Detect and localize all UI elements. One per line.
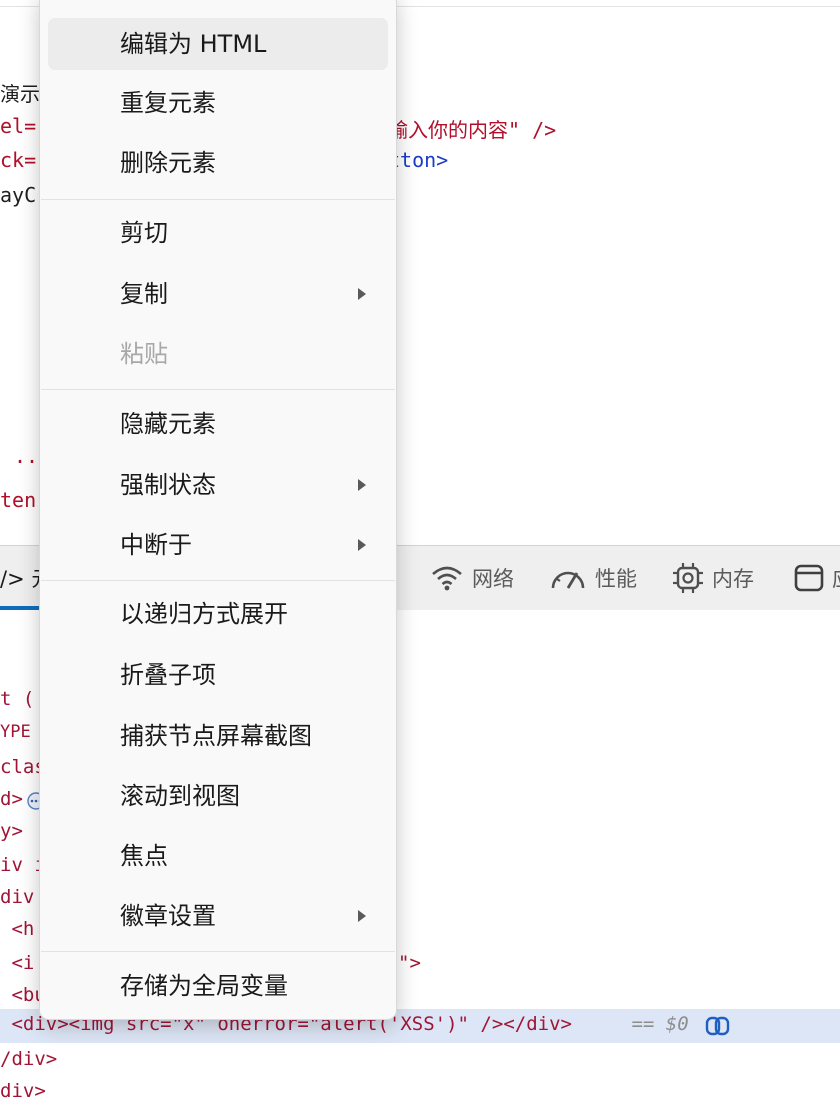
code-line: ten [0, 488, 37, 512]
menu-item-label: 滚动到视图 [120, 782, 240, 810]
menu-item-label: 编辑为 HTML [120, 30, 267, 58]
menu-item-cut[interactable]: 剪切 [48, 207, 388, 259]
console-ref-marker: == $0 [620, 1013, 689, 1035]
tab-application[interactable]: 应 [794, 546, 840, 610]
menu-separator [41, 199, 395, 200]
gauge-icon [549, 564, 587, 592]
dom-node[interactable]: t ( [0, 688, 34, 710]
menu-separator [41, 580, 395, 581]
menu-item-store-as-global-variable[interactable]: 存储为全局变量 [48, 960, 388, 1012]
dom-node[interactable]: y> [0, 820, 23, 842]
menu-item-edit-as-html[interactable]: 编辑为 HTML [48, 18, 388, 70]
submenu-arrow-icon [358, 539, 366, 551]
menu-item-label: 焦点 [120, 842, 168, 870]
menu-item-capture-node-screenshot[interactable]: 捕获节点屏幕截图 [48, 710, 388, 762]
wifi-icon [430, 564, 464, 592]
menu-item-delete-element[interactable]: 删除元素 [48, 137, 388, 189]
menu-item-label: 存储为全局变量 [120, 972, 288, 1000]
menu-item-badge-settings[interactable]: 徽章设置 [48, 890, 388, 942]
menu-item-label: 以递归方式展开 [120, 600, 288, 628]
menu-separator [41, 389, 395, 390]
copilot-icon[interactable] [705, 1015, 731, 1041]
dom-node[interactable]: div [0, 886, 34, 908]
submenu-arrow-icon [358, 479, 366, 491]
menu-item-label: 隐藏元素 [120, 410, 216, 438]
dom-node[interactable]: "> [398, 952, 421, 974]
menu-item-expand-recursively[interactable]: 以递归方式展开 [48, 588, 388, 640]
code-line: .. [14, 444, 39, 468]
code-line: tton> [388, 148, 449, 172]
code-line: 输入你的内容" /> [388, 118, 557, 142]
menu-item-copy[interactable]: 复制 [48, 268, 388, 320]
context-menu: 编辑为 HTML 重复元素 删除元素 剪切 复制 粘贴 隐藏元素 强制状态 中断… [39, 0, 397, 1020]
menu-item-duplicate-element[interactable]: 重复元素 [48, 77, 388, 129]
dom-node[interactable]: div> [0, 1080, 46, 1102]
menu-item-label: 重复元素 [120, 89, 216, 117]
menu-item-label: 复制 [120, 280, 168, 308]
menu-item-scroll-into-view[interactable]: 滚动到视图 [48, 770, 388, 822]
code-line: el= [0, 114, 37, 138]
window-icon [794, 563, 824, 593]
tab-application-label: 应 [832, 563, 840, 593]
code-line: ck= [0, 148, 37, 172]
menu-item-paste: 粘贴 [48, 328, 388, 380]
dom-node[interactable]: YPE [0, 722, 31, 742]
menu-item-break-on[interactable]: 中断于 [48, 519, 388, 571]
menu-item-label: 折叠子项 [120, 661, 216, 689]
tab-performance[interactable]: 性能 [549, 546, 637, 610]
tab-network[interactable]: 网络 [430, 546, 514, 610]
tab-memory[interactable]: 内存 [672, 546, 754, 610]
menu-item-label: 徽章设置 [120, 902, 216, 930]
code-line: 演示 [0, 82, 40, 106]
menu-item-label: 捕获节点屏幕截图 [120, 722, 312, 750]
menu-item-label: 剪切 [120, 219, 168, 247]
tab-memory-label: 内存 [712, 567, 754, 591]
menu-item-hide-element[interactable]: 隐藏元素 [48, 398, 388, 450]
menu-separator [41, 951, 395, 952]
menu-item-collapse-children[interactable]: 折叠子项 [48, 649, 388, 701]
menu-item-label: 中断于 [120, 531, 192, 559]
menu-item-label: 删除元素 [120, 149, 216, 177]
tab-performance-label: 性能 [595, 567, 637, 591]
menu-item-label: 粘贴 [120, 340, 168, 368]
chip-icon [672, 562, 704, 594]
submenu-arrow-icon [358, 288, 366, 300]
tab-network-label: 网络 [472, 567, 514, 591]
dom-node[interactable]: /div> [0, 1048, 57, 1070]
code-line: ayC [0, 183, 37, 207]
menu-item-focus[interactable]: 焦点 [48, 830, 388, 882]
dom-node[interactable]: d> [0, 788, 23, 810]
menu-item-label: 强制状态 [120, 471, 216, 499]
dom-node[interactable]: <i [0, 952, 34, 974]
menu-item-force-state[interactable]: 强制状态 [48, 459, 388, 511]
submenu-arrow-icon [358, 910, 366, 922]
dom-node[interactable]: <h [0, 918, 34, 940]
